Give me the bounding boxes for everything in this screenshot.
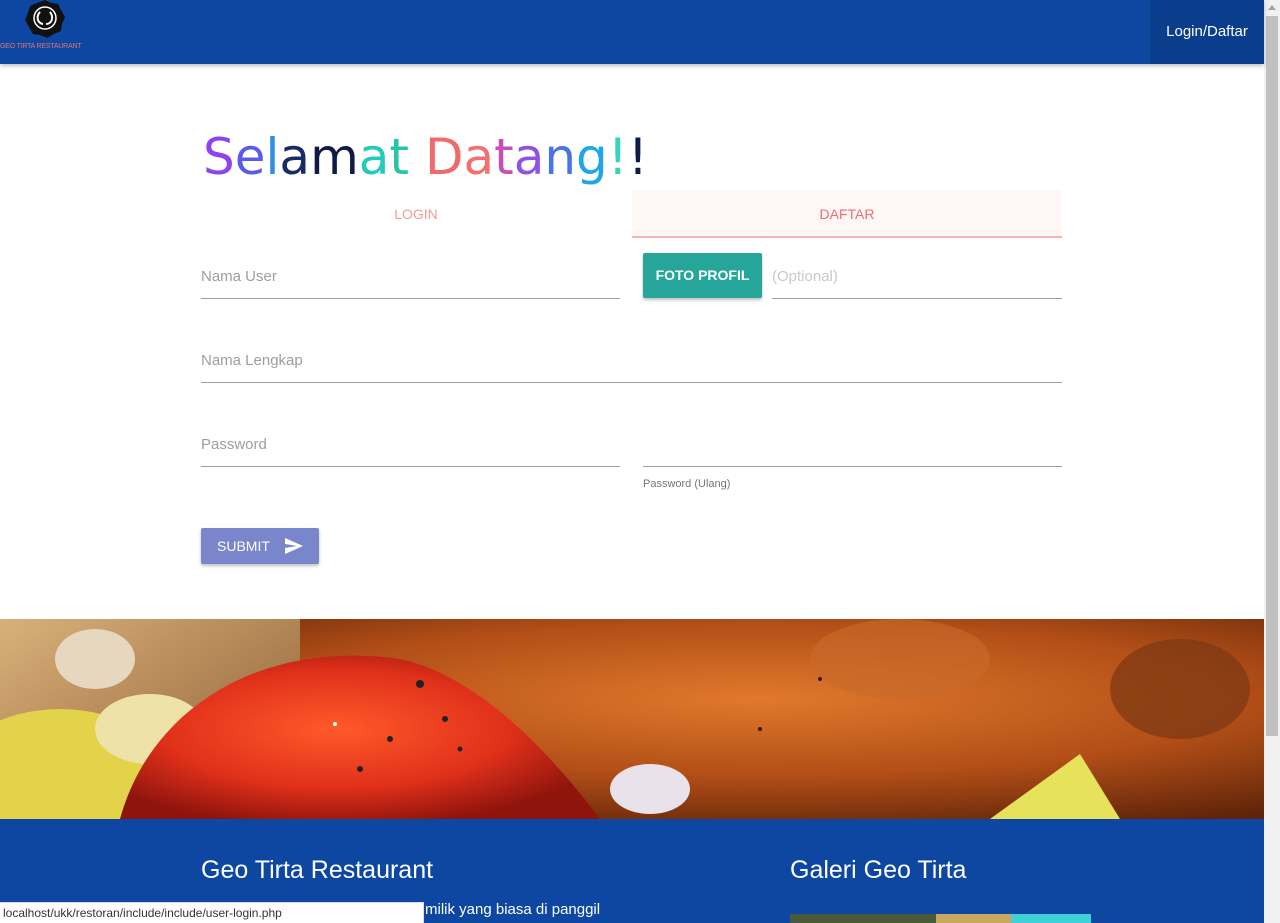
scroll-up-arrow-icon[interactable]: [1264, 0, 1280, 16]
password-ulang-field: [643, 422, 1062, 467]
password-ulang-input[interactable]: [643, 422, 1062, 466]
page-scrollbar[interactable]: [1264, 0, 1280, 923]
brand-logo-link[interactable]: GEO TIRTA RESTAURANT: [0, 0, 92, 56]
nama-user-input[interactable]: [201, 254, 620, 298]
nama-lengkap-input[interactable]: [201, 338, 1062, 382]
footer-gallery-title: Galeri Geo Tirta: [790, 856, 967, 884]
greeting-letter: e: [234, 128, 266, 186]
greeting-letter: l: [265, 128, 280, 186]
food-banner-image: [0, 619, 1264, 819]
submit-label: SUBMIT: [217, 538, 270, 554]
gallery-image[interactable]: [790, 914, 936, 923]
greeting-letter: m: [310, 128, 359, 186]
greeting-letter: a: [279, 128, 311, 186]
active-tab-indicator: [632, 236, 1062, 238]
password-ulang-label: Password (Ulang): [643, 478, 731, 490]
greeting-letter: S: [203, 128, 235, 186]
footer-description: milik yang biasa di panggil: [425, 901, 601, 918]
greeting-letter: !: [607, 128, 628, 186]
greeting-letter: a: [358, 128, 390, 186]
greeting-letter: g: [576, 128, 608, 186]
greeting-letter: D: [424, 128, 464, 186]
greeting-letter: n: [544, 128, 577, 186]
browser-status-url: localhost/ukk/restoran/include/include/u…: [0, 902, 424, 923]
greeting-letter: t: [389, 128, 410, 186]
submit-button[interactable]: SUBMIT: [201, 528, 319, 564]
navbar: GEO TIRTA RESTAURANT Login/Daftar: [0, 0, 1264, 64]
foto-path-input[interactable]: [772, 254, 1062, 298]
nama-lengkap-field: [201, 338, 1062, 383]
restaurant-logo-icon: [25, 0, 65, 38]
greeting-letter: a: [463, 128, 495, 186]
food-photo: [0, 619, 1264, 819]
gallery-image[interactable]: [1011, 914, 1091, 923]
greeting-letter: t: [494, 128, 514, 186]
foto-profil-button[interactable]: FOTO PROFIL: [643, 253, 762, 298]
gallery-thumbnails: [790, 914, 1091, 923]
brand-name: GEO TIRTA RESTAURANT: [0, 43, 82, 50]
greeting-letter: [409, 128, 425, 186]
login-daftar-link[interactable]: Login/Daftar: [1150, 0, 1264, 64]
auth-tabs: LOGIN DAFTAR: [201, 190, 1062, 238]
scroll-thumb[interactable]: [1266, 16, 1278, 736]
password-field: [201, 422, 620, 467]
footer-restaurant-title: Geo Tirta Restaurant: [201, 856, 434, 884]
tab-daftar[interactable]: DAFTAR: [632, 190, 1062, 238]
greeting-letter: a: [513, 128, 545, 186]
password-input[interactable]: [201, 422, 620, 466]
welcome-heading: Selamat Datang!!: [203, 128, 648, 186]
nama-user-field: [201, 254, 620, 299]
gallery-image[interactable]: [936, 914, 1011, 923]
tab-login[interactable]: LOGIN: [201, 190, 631, 238]
send-icon: [285, 538, 303, 554]
greeting-letter: !: [627, 128, 648, 186]
foto-path-field: [772, 254, 1062, 299]
